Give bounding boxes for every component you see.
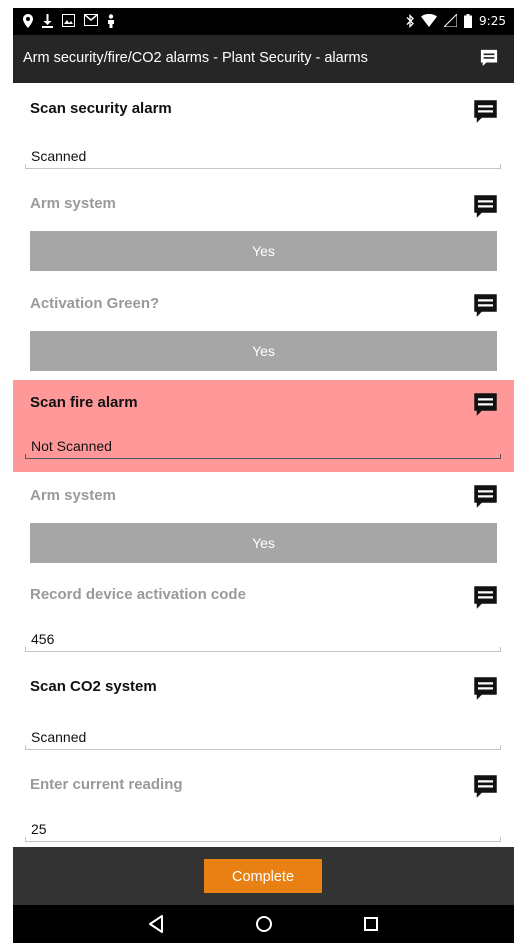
checklist-item: Activation Green? Yes bbox=[13, 281, 514, 381]
signal-icon bbox=[442, 12, 458, 32]
field-value: 25 bbox=[31, 821, 47, 837]
item-label: Scan CO2 system bbox=[30, 678, 157, 695]
system-status: 9:25 bbox=[406, 12, 506, 32]
checklist-item-alert: Scan fire alarm Not Scanned bbox=[13, 380, 514, 472]
wifi-icon bbox=[421, 13, 438, 32]
checklist-item: Record device activation code 456 bbox=[13, 572, 514, 665]
checklist-item: Enter current reading 25 bbox=[13, 762, 514, 847]
phone-screen: 9:25 Arm security/fire/CO2 alarms - Plan… bbox=[13, 8, 514, 943]
field-value: Not Scanned bbox=[31, 438, 112, 454]
item-label: Record device activation code bbox=[30, 586, 246, 603]
action-bar: Complete bbox=[13, 847, 514, 905]
comment-icon[interactable] bbox=[480, 49, 498, 72]
clock: 9:25 bbox=[479, 14, 506, 28]
item-label: Scan security alarm bbox=[30, 100, 172, 117]
checklist[interactable]: Scan security alarm Scanned Arm system Y… bbox=[13, 83, 514, 847]
checklist-item: Scan security alarm Scanned bbox=[13, 83, 514, 183]
comment-icon[interactable] bbox=[473, 676, 498, 706]
yes-button[interactable]: Yes bbox=[30, 231, 497, 271]
image-icon bbox=[62, 14, 75, 32]
checklist-item: Scan CO2 system Scanned bbox=[13, 664, 514, 763]
checklist-item: Arm system Yes bbox=[13, 182, 514, 282]
recents-square-icon[interactable] bbox=[362, 914, 380, 939]
battery-icon bbox=[464, 14, 473, 32]
gmail-icon bbox=[84, 14, 98, 32]
home-circle-icon[interactable] bbox=[255, 914, 273, 939]
field-value: 456 bbox=[31, 631, 55, 647]
figure-icon bbox=[107, 14, 115, 32]
comment-icon[interactable] bbox=[473, 774, 498, 804]
page-title: Arm security/fire/CO2 alarms - Plant Sec… bbox=[23, 50, 368, 66]
comment-icon[interactable] bbox=[473, 484, 498, 514]
comment-icon[interactable] bbox=[473, 194, 498, 224]
item-label: Scan fire alarm bbox=[30, 394, 138, 411]
app-header: Arm security/fire/CO2 alarms - Plant Sec… bbox=[13, 35, 514, 83]
checklist-item: Arm system Yes bbox=[13, 472, 514, 573]
comment-icon[interactable] bbox=[473, 293, 498, 323]
item-label: Arm system bbox=[30, 195, 116, 212]
status-bar: 9:25 bbox=[13, 8, 514, 35]
scan-field[interactable]: Scanned bbox=[25, 727, 501, 750]
bluetooth-icon bbox=[406, 13, 414, 32]
complete-button[interactable]: Complete bbox=[204, 859, 322, 893]
item-label: Arm system bbox=[30, 487, 116, 504]
location-icon bbox=[23, 14, 33, 32]
field-value: Scanned bbox=[31, 729, 87, 745]
yes-button[interactable]: Yes bbox=[30, 523, 497, 563]
notification-icons bbox=[23, 14, 115, 32]
item-label: Enter current reading bbox=[30, 776, 183, 793]
scan-field[interactable]: Not Scanned bbox=[25, 436, 501, 459]
comment-icon[interactable] bbox=[473, 99, 498, 129]
scan-field[interactable]: Scanned bbox=[25, 146, 501, 169]
activation-code-field[interactable]: 456 bbox=[25, 629, 501, 652]
back-triangle-icon[interactable] bbox=[147, 914, 165, 939]
android-nav-bar bbox=[13, 905, 514, 943]
field-value: Scanned bbox=[31, 148, 87, 164]
yes-button[interactable]: Yes bbox=[30, 331, 497, 371]
comment-icon[interactable] bbox=[473, 392, 498, 422]
comment-icon[interactable] bbox=[473, 585, 498, 615]
item-label: Activation Green? bbox=[30, 295, 160, 312]
reading-field[interactable]: 25 bbox=[25, 819, 501, 842]
download-icon bbox=[42, 14, 53, 32]
